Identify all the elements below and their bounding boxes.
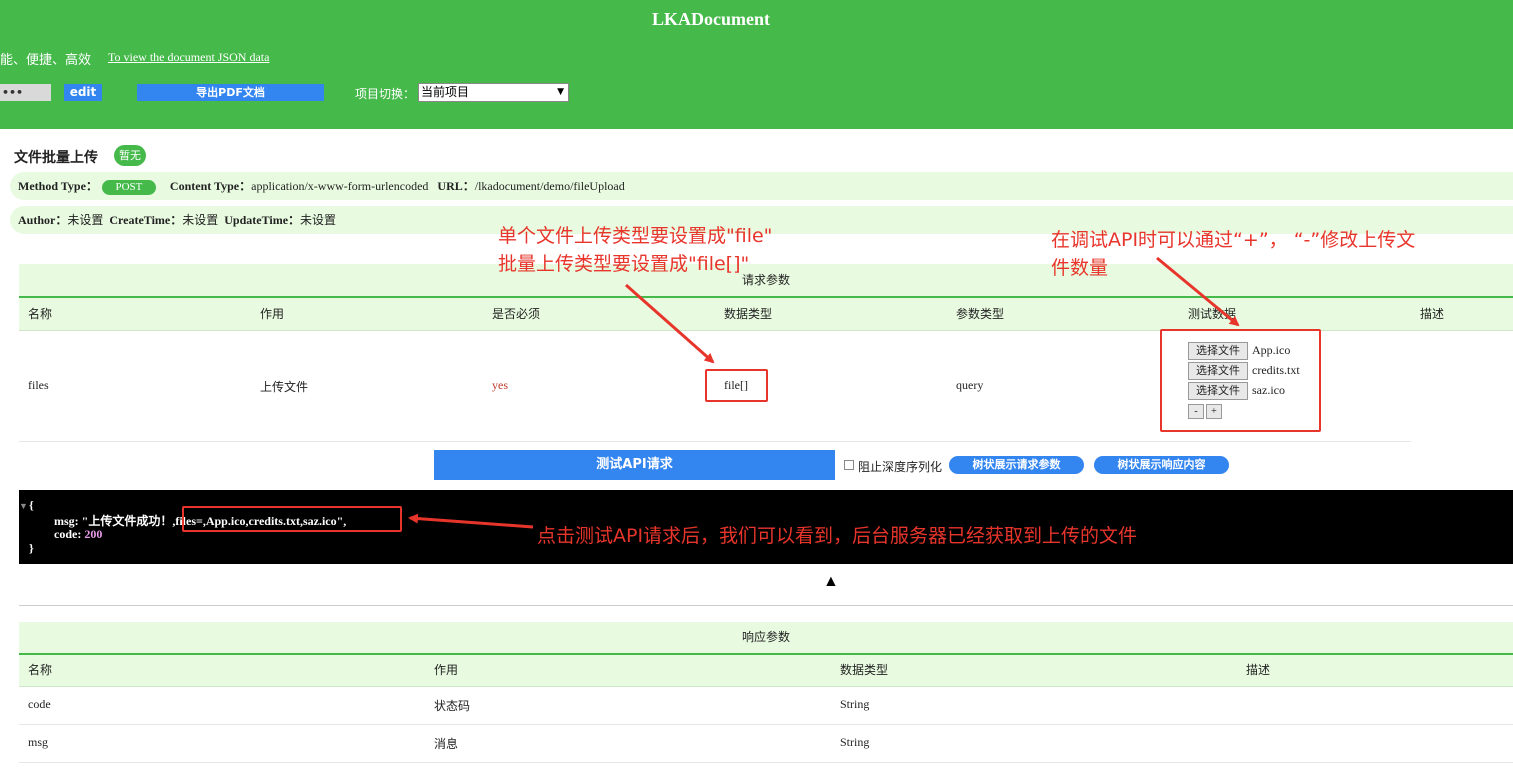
highlight-test-files	[1160, 329, 1321, 432]
annotation-plus-minus: 在调试API时可以通过“+”， “-”修改上传文 件数量	[1051, 226, 1415, 282]
annotation-line: 在调试API时可以通过“+”， “-”修改上传文	[1051, 229, 1416, 251]
col-purpose: 作用	[434, 663, 459, 677]
divider	[19, 605, 1513, 606]
header-bar: LKADocument 能、便捷、高效 To view the document…	[0, 0, 1513, 129]
col-data-type: 数据类型	[724, 307, 773, 321]
row-divider	[19, 724, 1513, 725]
annotation-line: 单个文件上传类型要设置成"file"	[498, 225, 773, 247]
update-time-label: UpdateTime：	[224, 213, 301, 227]
url-value: /lkadocument/demo/fileUpload	[474, 179, 625, 193]
param-name: files	[28, 378, 49, 392]
tagline: 能、便捷、高效	[0, 53, 92, 68]
method-type-label: Method Type：	[18, 179, 98, 193]
content-type-value: application/x-www-form-urlencoded	[251, 179, 429, 193]
method-info-row: Method Type： POST Content Type：application…	[10, 172, 1513, 200]
project-select-value: 当前项目	[421, 85, 470, 99]
json-msg-key: msg:	[54, 514, 82, 528]
annotation-file-type: 单个文件上传类型要设置成"file" 批量上传类型要设置成"file[]"	[498, 222, 772, 278]
more-button[interactable]: •••	[0, 84, 51, 101]
annotation-result: 点击测试API请求后，我们可以看到，后台服务器已经获取到上传的文件	[537, 525, 1138, 547]
row-divider	[19, 762, 1513, 763]
resp-name: code	[28, 697, 51, 711]
json-msg-start: "上传文件成功！	[81, 514, 173, 528]
col-description: 描述	[1420, 307, 1445, 321]
annotation-line: 批量上传类型要设置成"file[]"	[498, 253, 750, 275]
response-columns: 名称 作用 数据类型 描述	[19, 655, 1513, 687]
col-required: 是否必须	[492, 307, 541, 321]
status-badge: 暂无	[114, 145, 146, 166]
collapse-tree-icon[interactable]: ▼	[19, 501, 28, 511]
highlight-result-files	[182, 506, 402, 532]
tree-request-button[interactable]: 树状展示请求参数	[949, 456, 1084, 474]
col-name: 名称	[28, 307, 53, 321]
col-purpose: 作用	[260, 307, 285, 321]
resp-type: String	[840, 735, 870, 749]
test-api-button[interactable]: 测试API请求	[434, 450, 835, 480]
content-type-label: Content Type：	[169, 179, 252, 193]
author-value: 未设置	[67, 213, 104, 227]
row-divider	[19, 441, 1411, 442]
col-description: 描述	[1246, 663, 1271, 677]
tree-response-button[interactable]: 树状展示响应内容	[1094, 456, 1229, 474]
chevron-down-icon: ▼	[557, 87, 564, 97]
collapse-up-icon[interactable]: ▲	[823, 573, 839, 591]
response-params-title: 响应参数	[19, 622, 1513, 655]
param-purpose: 上传文件	[260, 380, 309, 394]
annotation-line: 件数量	[1051, 257, 1109, 279]
app-title: LKADocument	[652, 9, 770, 29]
json-code-value: 200	[84, 527, 103, 541]
param-required: yes	[492, 378, 508, 392]
col-data-type: 数据类型	[840, 663, 889, 677]
resp-desc-field	[878, 696, 970, 713]
resp-type: String	[840, 697, 870, 711]
col-name: 名称	[28, 663, 53, 677]
create-time-label: CreateTime：	[109, 213, 183, 227]
author-label: Author：	[18, 213, 68, 227]
resp-name: msg	[28, 735, 49, 749]
resp-purpose: 消息	[434, 737, 459, 751]
json-close: }	[29, 541, 34, 555]
export-pdf-button[interactable]: 导出PDF文档	[137, 84, 324, 101]
highlight-data-type	[705, 369, 768, 402]
param-param-type: query	[956, 378, 984, 392]
project-switch-label: 项目切换：	[355, 87, 416, 101]
col-test-data: 测试数据	[1188, 307, 1237, 321]
no-deep-serialize-label: 阻止深度序列化	[858, 460, 943, 474]
url-label: URL：	[437, 179, 475, 193]
json-open: {	[29, 498, 34, 512]
view-json-link[interactable]: To view the document JSON data	[108, 50, 269, 65]
create-time-value: 未设置	[182, 213, 219, 227]
request-columns: 名称 作用 是否必须 数据类型 参数类型 测试数据 描述	[19, 298, 1513, 331]
resp-desc-field	[878, 734, 970, 751]
resp-purpose: 状态码	[434, 699, 471, 713]
update-time-value: 未设置	[300, 213, 337, 227]
edit-button[interactable]: edit	[64, 84, 102, 101]
no-deep-serialize-checkbox[interactable]	[844, 460, 854, 470]
col-param-type: 参数类型	[956, 307, 1005, 321]
json-code-line: code: 200	[54, 527, 102, 542]
json-code-key: code:	[54, 527, 85, 541]
method-badge: POST	[101, 179, 156, 195]
project-select[interactable]: 当前项目 ▼	[418, 83, 569, 102]
api-name: 文件批量上传	[14, 150, 98, 166]
